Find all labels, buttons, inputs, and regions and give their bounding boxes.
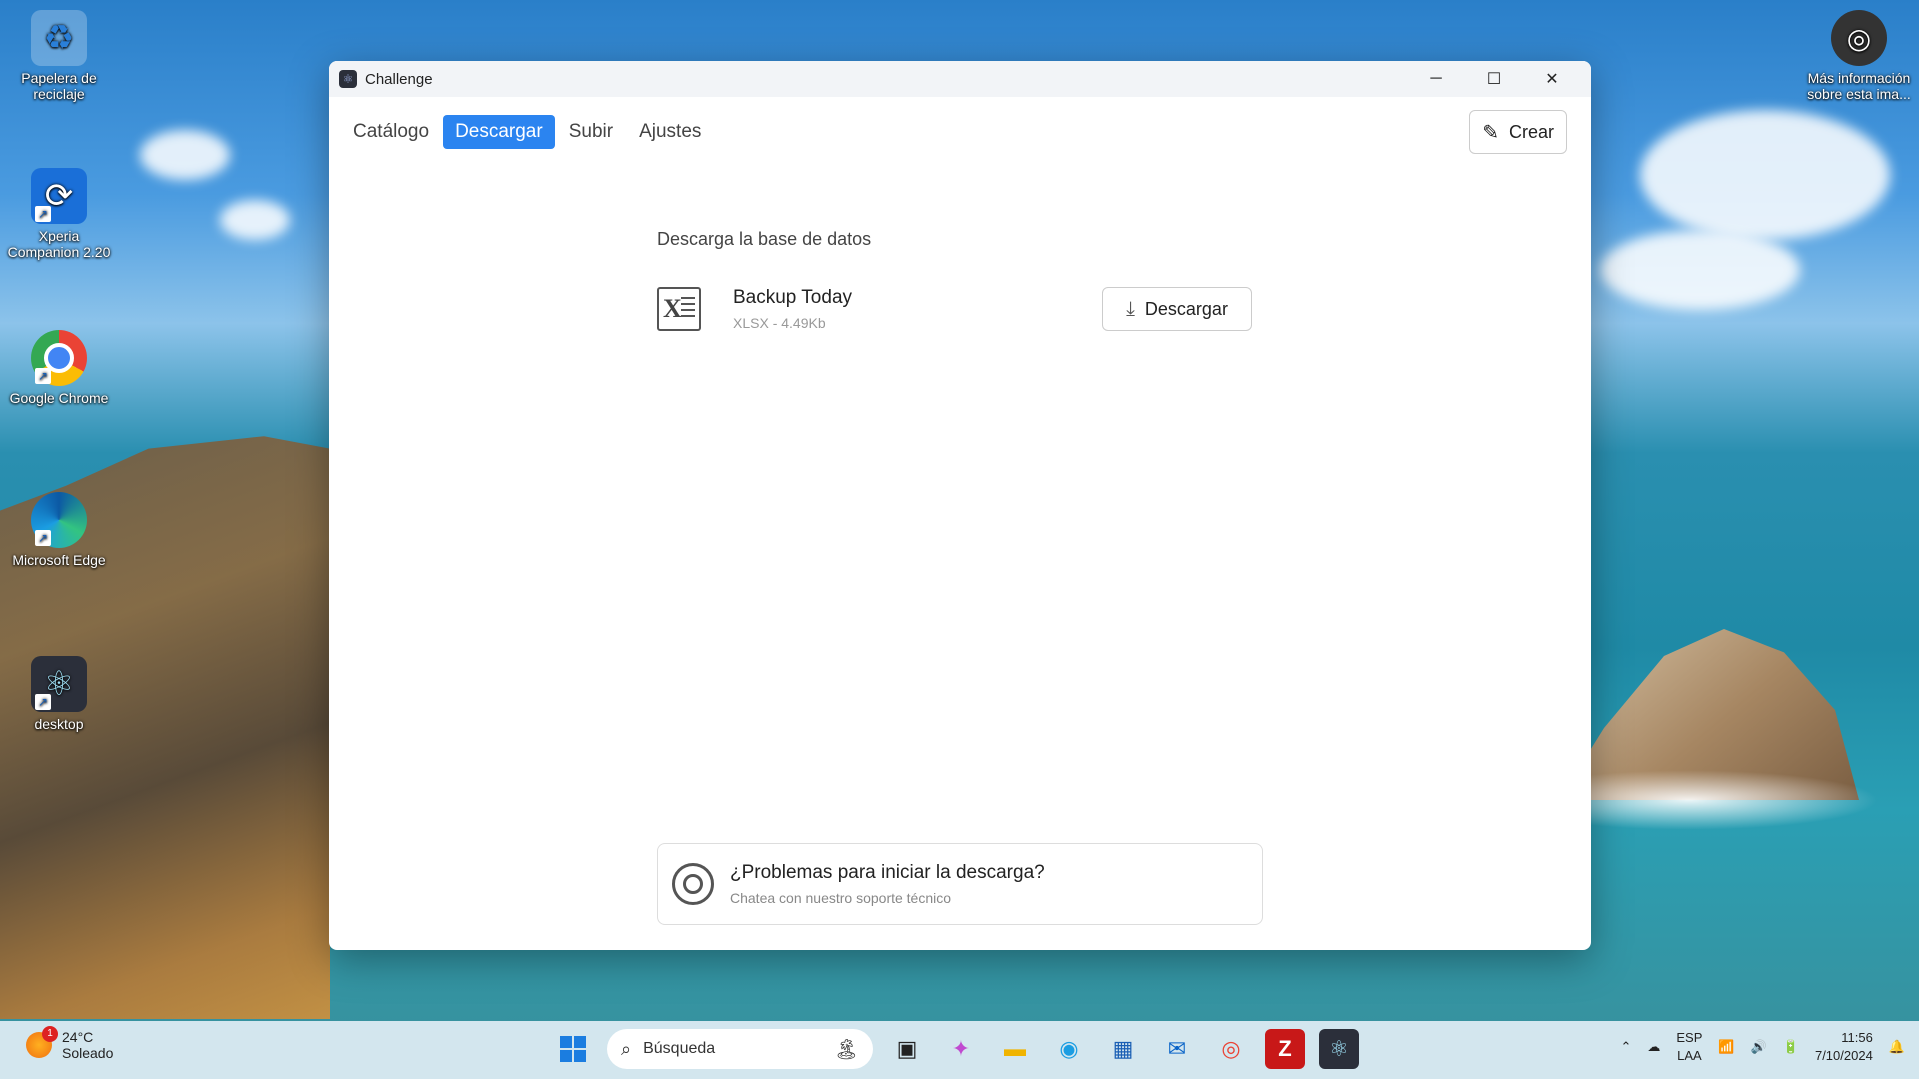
shortcut-arrow-icon: ↗: [35, 694, 51, 710]
lifebuoy-icon: [672, 863, 714, 905]
download-icon: ⤓: [1126, 297, 1135, 320]
tab-catalogo[interactable]: Catálogo: [353, 115, 441, 149]
desktop-icon-label: Xperia Companion 2.20: [7, 228, 111, 260]
create-button-label: Crear: [1508, 121, 1554, 142]
notification-bell-icon[interactable]: 🔔: [1889, 1039, 1905, 1055]
shortcut-arrow-icon: ↗: [35, 368, 51, 384]
recycle-bin-icon: ♻: [31, 10, 87, 66]
section-title: Descarga la base de datos: [657, 229, 872, 249]
spotlight-info[interactable]: ◎ Más información sobre esta ima...: [1804, 10, 1914, 102]
clock[interactable]: 11:56 7/10/2024: [1815, 1029, 1873, 1065]
chevron-up-icon[interactable]: ⌃: [1620, 1039, 1631, 1055]
onedrive-offline-icon[interactable]: ☁: [1647, 1039, 1660, 1055]
create-button[interactable]: ✎ Crear: [1469, 110, 1567, 154]
xperia-companion-icon: ⟳ ↗: [31, 168, 87, 224]
taskbar: 1 24°C Soleado ⌕ Búsqueda 🏝 ▣ ✦ ▬ ◉ ▦ ✉ …: [0, 1021, 1919, 1079]
edge-icon: ↗: [31, 492, 87, 548]
notification-badge: 1: [42, 1026, 58, 1042]
system-tray: ⌃ ☁ ESP LAA 📶 🔊 🔋 11:56 7/10/2024 🔔: [1620, 1029, 1905, 1065]
weather-temp: 24°C: [62, 1029, 94, 1045]
desktop-icon-label: Microsoft Edge: [12, 552, 106, 568]
maximize-button[interactable]: ☐: [1465, 61, 1523, 97]
search-placeholder: Búsqueda: [643, 1040, 716, 1057]
search-icon: ⌕: [621, 1038, 632, 1059]
tab-ajustes[interactable]: Ajustes: [627, 115, 713, 149]
language-top: ESP: [1676, 1030, 1703, 1045]
cloud-decoration: [220, 200, 290, 240]
close-button[interactable]: ✕: [1523, 61, 1581, 97]
clock-date: 7/10/2024: [1814, 1048, 1873, 1063]
electron-taskbar-icon[interactable]: ⚛: [1319, 1029, 1359, 1069]
file-explorer-icon[interactable]: ▬: [995, 1029, 1035, 1069]
support-subtitle: Chatea con nuestro soporte técnico: [730, 890, 952, 906]
support-card[interactable]: ¿Problemas para iniciar la descarga? Cha…: [657, 843, 1263, 925]
battery-icon[interactable]: 🔋: [1783, 1039, 1799, 1055]
file-name: Backup Today: [733, 287, 853, 308]
nav-bar: Catálogo Descargar Subir Ajustes ✎ Crear: [329, 97, 1591, 154]
desktop-icon-chrome[interactable]: ↗ Google Chrome: [4, 330, 114, 406]
chrome-taskbar-icon[interactable]: ◎: [1211, 1029, 1251, 1069]
edit-icon: ✎: [1482, 121, 1499, 144]
tab-descargar[interactable]: Descargar: [443, 115, 555, 149]
outlook-icon[interactable]: ✉: [1157, 1029, 1197, 1069]
camera-lens-icon: ◎: [1831, 10, 1887, 66]
search-box[interactable]: ⌕ Búsqueda 🏝: [607, 1029, 873, 1069]
task-view-icon[interactable]: ▣: [887, 1029, 927, 1069]
cloud-decoration: [140, 130, 230, 180]
cloud-decoration: [1600, 230, 1800, 310]
sun-icon: 1: [26, 1026, 58, 1058]
window-title: Challenge: [365, 70, 433, 88]
download-button-label: Descargar: [1144, 298, 1228, 319]
start-button[interactable]: [553, 1029, 593, 1069]
language-indicator[interactable]: ESP LAA: [1676, 1029, 1702, 1065]
volume-icon[interactable]: 🔊: [1751, 1039, 1767, 1055]
desktop-icon-label: Papelera de reciclaje: [21, 70, 97, 102]
spotlight-label: Más información sobre esta ima...: [1807, 70, 1911, 102]
minimize-button[interactable]: ─: [1407, 61, 1465, 97]
clock-time: 11:56: [1841, 1030, 1873, 1045]
shortcut-arrow-icon: ↗: [35, 530, 51, 546]
wifi-icon[interactable]: 📶: [1718, 1039, 1734, 1055]
windows-logo-icon: [560, 1036, 586, 1062]
file-meta: XLSX - 4.49Kb: [733, 315, 826, 331]
app-icon: ⚛: [339, 70, 357, 88]
desktop-icon-recycle-bin[interactable]: ♻ Papelera de reciclaje: [4, 10, 114, 102]
filezilla-icon[interactable]: Z: [1265, 1029, 1305, 1069]
copilot-icon[interactable]: ✦: [941, 1029, 981, 1069]
store-icon[interactable]: ▦: [1103, 1029, 1143, 1069]
island-illustration-icon: 🏝: [833, 1038, 859, 1061]
electron-icon: ⚛ ↗: [31, 656, 87, 712]
excel-file-icon: X: [657, 287, 701, 331]
chrome-icon: ↗: [31, 330, 87, 386]
desktop-icon-xperia[interactable]: ⟳ ↗ Xperia Companion 2.20: [4, 168, 114, 260]
edge-taskbar-icon[interactable]: ◉: [1049, 1029, 1089, 1069]
shortcut-arrow-icon: ↗: [35, 206, 51, 222]
weather-condition: Soleado: [62, 1045, 114, 1061]
download-button[interactable]: ⤓ Descargar: [1102, 287, 1252, 331]
challenge-window: ⚛ Challenge ─ ☐ ✕ Catálogo Descargar Sub…: [329, 61, 1591, 950]
desktop-icon-label: desktop: [34, 716, 84, 732]
support-title: ¿Problemas para iniciar la descarga?: [730, 862, 1045, 883]
language-bottom: LAA: [1677, 1048, 1702, 1063]
desktop-icon-desktop-app[interactable]: ⚛ ↗ desktop: [4, 656, 114, 732]
desktop-icon-label: Google Chrome: [9, 390, 109, 406]
weather-widget[interactable]: 1 24°C Soleado: [26, 1026, 114, 1061]
tab-subir[interactable]: Subir: [557, 115, 625, 149]
title-bar[interactable]: ⚛ Challenge ─ ☐ ✕: [329, 61, 1591, 97]
cloud-decoration: [1640, 110, 1890, 240]
desktop-icon-edge[interactable]: ↗ Microsoft Edge: [4, 492, 114, 568]
